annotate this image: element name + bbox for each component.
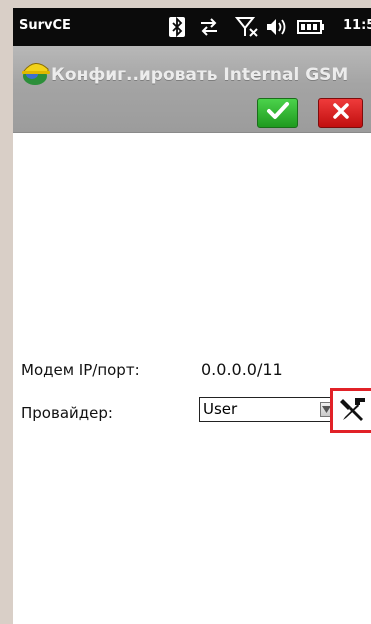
modem-ip-port-label: Модем IP/порт: [21, 361, 140, 379]
volume-icon[interactable] [265, 16, 287, 38]
tools-icon [339, 396, 367, 426]
cancel-button[interactable] [318, 98, 363, 128]
provider-tools-button[interactable] [330, 388, 371, 433]
ok-button[interactable] [257, 98, 298, 128]
bluetooth-icon[interactable] [168, 16, 186, 38]
status-clock: 11:55 [343, 18, 371, 33]
provider-select[interactable]: User [199, 397, 336, 422]
surveyor-helmet-icon [21, 59, 51, 87]
modem-ip-port-value: 0.0.0.0/11 [201, 360, 283, 379]
provider-label: Провайдер: [21, 404, 113, 422]
close-icon [331, 101, 351, 125]
status-bar: SurvCE 11:5 [13, 8, 371, 46]
device-screen: SurvCE 11:5 Конфиг..ировать Internal GSM… [13, 8, 371, 624]
data-sync-icon[interactable] [198, 16, 220, 38]
checkmark-icon [266, 101, 290, 125]
battery-icon[interactable] [296, 16, 326, 38]
title-bar: Конфиг..ировать Internal GSM [13, 46, 371, 133]
provider-selected-value: User [203, 400, 238, 418]
page-title: Конфиг..ировать Internal GSM [51, 65, 349, 85]
status-app-name: SurvCE [19, 18, 71, 33]
no-signal-icon[interactable] [235, 16, 259, 38]
